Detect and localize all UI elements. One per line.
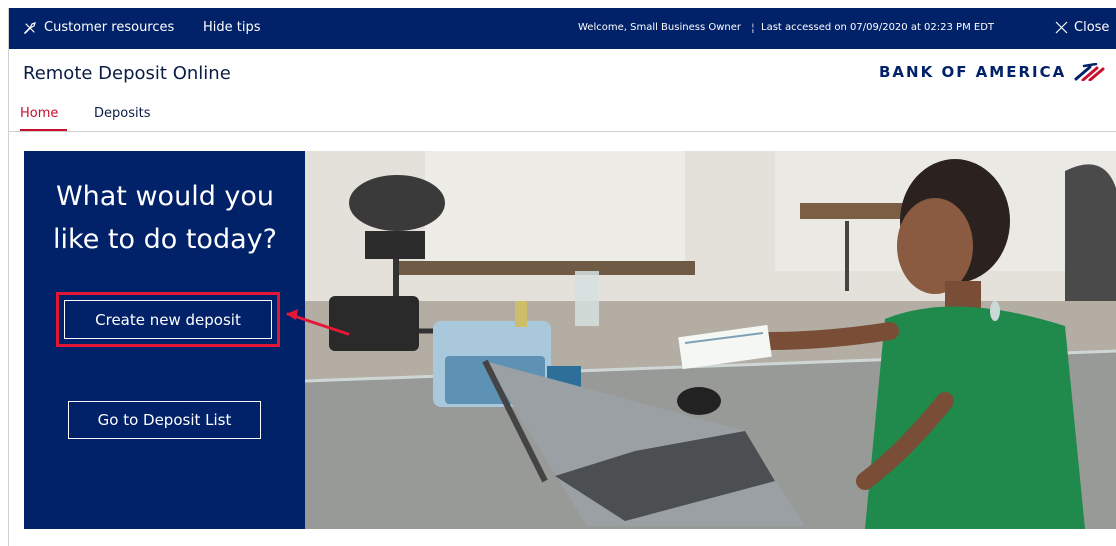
tab-home-label: Home <box>20 106 59 121</box>
callout-arrow-icon <box>286 309 350 336</box>
app-title: Remote Deposit Online <box>23 63 231 84</box>
bank-logo: BANK OF AMERICA <box>879 63 1106 81</box>
wrench-icon <box>24 21 36 34</box>
tab-deposits-label: Deposits <box>94 106 151 121</box>
create-new-deposit-button[interactable]: Create new deposit <box>64 300 272 339</box>
customer-resources-label: Customer resources <box>44 20 175 35</box>
tab-deposits[interactable]: Deposits <box>94 106 150 121</box>
top-bar: Customer resources Hide tips Welcome, Sm… <box>9 8 1116 49</box>
tab-bar: Home Deposits <box>9 101 1116 132</box>
customer-resources-link[interactable]: Customer resources <box>23 20 174 35</box>
hero-photo <box>305 151 1116 529</box>
hide-tips-link[interactable]: Hide tips <box>203 20 261 35</box>
hero-section: What would you like to do today? Create … <box>24 151 1116 529</box>
close-icon <box>1055 21 1068 34</box>
active-tab-underline <box>20 129 67 131</box>
logo-text: BANK OF AMERICA <box>879 63 1067 81</box>
tab-home[interactable]: Home <box>20 106 67 131</box>
welcome-text: Welcome, Small Business Owner <box>578 22 741 33</box>
action-panel: What would you like to do today? Create … <box>24 151 305 529</box>
separator: ¦ <box>751 21 755 34</box>
close-label: Close <box>1074 20 1110 35</box>
hero-question: What would you like to do today? <box>53 181 277 255</box>
office-scene-illustration <box>305 151 1116 529</box>
flag-logo-icon <box>1074 63 1105 81</box>
go-to-deposit-list-button[interactable]: Go to Deposit List <box>68 401 261 439</box>
app-window: Customer resources Hide tips Welcome, Sm… <box>8 8 1116 546</box>
last-accessed-text: Last accessed on 07/09/2020 at 02:23 PM … <box>761 22 995 33</box>
close-button[interactable]: Close <box>1055 20 1109 35</box>
